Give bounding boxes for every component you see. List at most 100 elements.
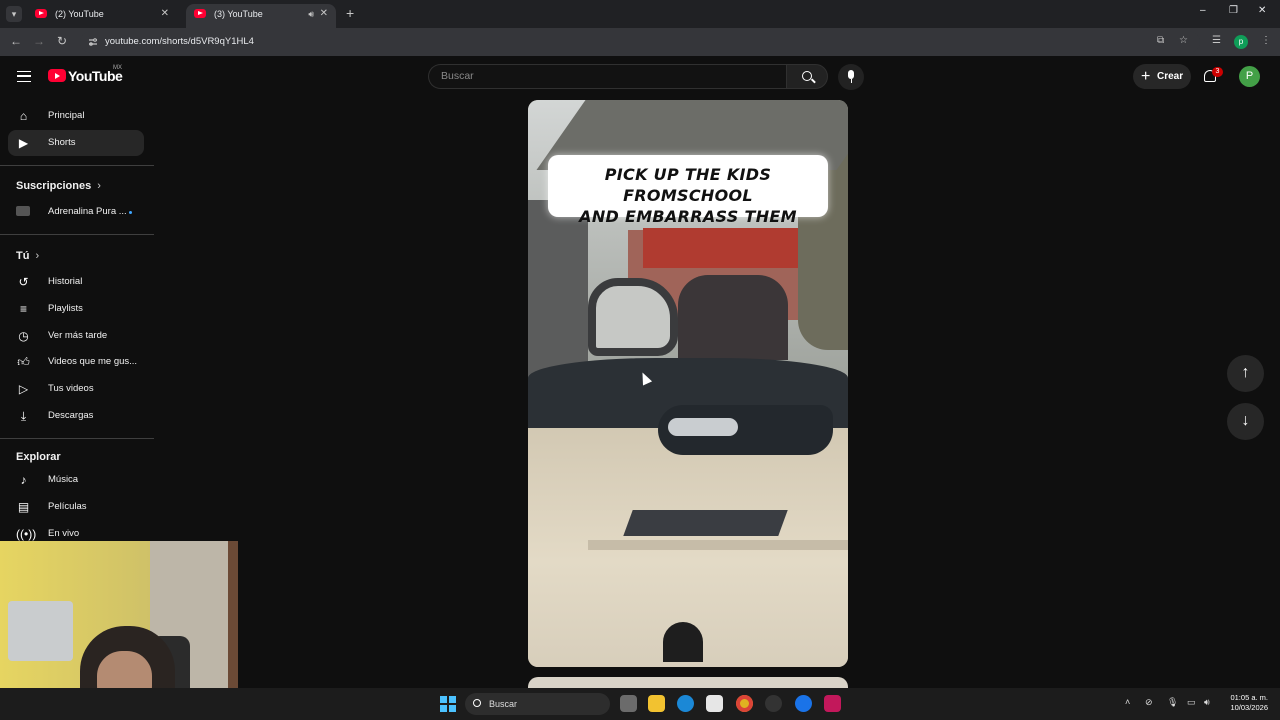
obs-icon[interactable]	[765, 695, 782, 712]
sidebar-item-shorts[interactable]: ▶ Shorts	[8, 130, 144, 156]
sidebar-item-channel-adrenalina[interactable]: Adrenalina Pura ...	[8, 199, 144, 225]
reading-list-icon[interactable]: ☰	[1212, 35, 1221, 46]
taskbar-search-label: Buscar	[489, 699, 518, 709]
reload-icon[interactable]: ↻	[57, 34, 67, 48]
sidebar-item-liked-videos[interactable]: 👍︎ Videos que me gus...	[8, 349, 144, 375]
display-icon[interactable]: ▭	[1187, 697, 1196, 708]
sidebar-item-label: Películas	[48, 501, 87, 512]
tab-search-button[interactable]: ▾	[6, 6, 22, 22]
sidebar-item-label: Música	[48, 474, 79, 485]
search-input[interactable]: Buscar	[428, 64, 786, 89]
music-icon: ♪	[20, 473, 27, 487]
webcam-air-conditioner	[8, 601, 73, 661]
previous-short-button[interactable]: ↑	[1227, 355, 1264, 392]
next-short-button[interactable]: ↓	[1227, 403, 1264, 440]
subscriptions-header[interactable]: Suscripciones ›	[16, 180, 101, 192]
install-app-icon[interactable]: ⧉	[1157, 35, 1164, 46]
volume-icon[interactable]: 🔊︎	[1204, 697, 1210, 708]
sidebar-item-label: Videos que me gus...	[48, 356, 138, 367]
maximize-button[interactable]: ❐	[1229, 5, 1238, 16]
youtube-favicon-icon	[35, 9, 47, 18]
section-title: Suscripciones	[16, 180, 92, 192]
left-sidebar: ⌂ Principal ▶ Shorts Suscripciones › Adre…	[0, 98, 154, 548]
speaker-icon[interactable]: 🔊︎	[308, 4, 314, 24]
you-header[interactable]: Tú ›	[16, 250, 39, 262]
browser-menu-icon[interactable]: ⋮	[1261, 35, 1271, 46]
forward-arrow-icon[interactable]: →	[33, 34, 45, 48]
windows-start-icon[interactable]	[440, 696, 456, 712]
sidebar-item-label: Playlists	[48, 303, 83, 314]
notification-count-badge: 3	[1212, 67, 1223, 77]
video-scene-side-mirror	[588, 278, 678, 356]
sidebar-item-label: Historial	[48, 276, 83, 287]
browser-profile-avatar[interactable]: p	[1234, 35, 1248, 49]
divider	[0, 438, 154, 439]
app-icon[interactable]	[824, 695, 841, 712]
browser-tab-1[interactable]: (2) YouTube ✕	[27, 4, 177, 28]
file-explorer-icon[interactable]	[648, 695, 665, 712]
sidebar-item-ver-mas-tarde[interactable]: ◷ Ver más tarde	[8, 323, 144, 349]
new-tab-button[interactable]: +	[346, 5, 354, 21]
sidebar-item-playlists[interactable]: ≡ Playlists	[8, 296, 144, 322]
task-view-icon[interactable]	[620, 695, 637, 712]
sidebar-item-descargas[interactable]: ⤓ Descargas	[8, 403, 144, 429]
home-icon: ⌂	[19, 109, 28, 123]
network-icon[interactable]: ⊘	[1145, 697, 1153, 708]
video-scene-people	[678, 275, 788, 360]
shorts-video-player[interactable]: PICK UP THE KIDS FROMSCHOOL AND EMBARRAS…	[528, 100, 848, 667]
back-arrow-icon[interactable]: ←	[10, 34, 22, 48]
store-icon[interactable]	[706, 695, 723, 712]
sidebar-item-label: Descargas	[48, 410, 94, 421]
taskbar-search[interactable]: Buscar	[465, 693, 610, 715]
your-videos-icon: ▷	[18, 382, 29, 396]
menu-hamburger-icon[interactable]	[17, 71, 31, 82]
section-title: Tú	[16, 250, 30, 262]
sidebar-item-principal[interactable]: ⌂ Principal	[8, 103, 144, 129]
clock-date: 10/03/2026	[1230, 703, 1268, 712]
video-scene-door-trim	[588, 540, 848, 550]
minimize-button[interactable]: –	[1200, 5, 1206, 16]
chrome-profile-icon[interactable]	[795, 695, 812, 712]
close-tab-icon[interactable]: ✕	[161, 4, 169, 24]
microphone-icon[interactable]: 🎙︎	[1167, 697, 1178, 708]
sidebar-item-musica[interactable]: ♪ Música	[8, 467, 144, 493]
sidebar-item-tus-videos[interactable]: ▷ Tus videos	[8, 376, 144, 402]
create-button[interactable]: + Crear	[1133, 64, 1191, 89]
search-icon	[802, 71, 812, 81]
search-button[interactable]	[786, 64, 828, 89]
sidebar-item-historial[interactable]: ↺ Historial	[8, 269, 144, 295]
sidebar-item-peliculas[interactable]: ▤ Películas	[8, 494, 144, 520]
voice-search-mic-icon[interactable]	[838, 64, 864, 90]
video-scene-handle-chrome	[668, 418, 738, 436]
playlists-icon: ≡	[19, 302, 27, 316]
close-window-button[interactable]: ✕	[1258, 5, 1266, 16]
close-tab-icon[interactable]: ✕	[320, 4, 328, 24]
browser-toolbar: ← → ↻ youtube.com/shorts/d5VR9qY1HL4 ⧉ ☆…	[0, 28, 1280, 56]
youtube-favicon-icon	[194, 9, 206, 18]
clock-time: 01:05 a. m.	[1230, 693, 1268, 702]
live-icon: ((•))	[16, 527, 37, 541]
tab-title: (2) YouTube	[55, 9, 104, 19]
tray-expand-icon[interactable]: ˄	[1125, 697, 1130, 707]
youtube-logo-icon[interactable]	[48, 69, 66, 82]
search-icon	[473, 699, 481, 707]
edge-browser-icon[interactable]	[677, 695, 694, 712]
caption-line-1: PICK UP THE KIDS FROMSCHOOL	[604, 165, 772, 205]
sidebar-item-label: Tus videos	[48, 383, 94, 394]
windows-taskbar: Buscar ˄ ⊘ 🎙︎ ▭ 🔊︎ 01:05 a. m. 10/03/202…	[0, 688, 1280, 720]
taskbar-clock[interactable]: 01:05 a. m. 10/03/2026	[1222, 693, 1268, 713]
youtube-masthead: YouTube MX Buscar + Crear 3 P	[0, 56, 1280, 98]
site-info-icon[interactable]	[88, 37, 98, 47]
watch-later-icon: ◷	[18, 329, 29, 343]
chrome-icon[interactable]	[736, 695, 753, 712]
tab-title: (3) YouTube	[214, 9, 263, 19]
divider	[0, 234, 154, 235]
url-text: youtube.com/shorts/d5VR9qY1HL4	[105, 36, 254, 47]
sidebar-item-label: Principal	[48, 110, 85, 121]
user-avatar[interactable]: P	[1239, 66, 1260, 87]
bookmark-star-icon[interactable]: ☆	[1179, 35, 1188, 46]
section-title: Explorar	[16, 451, 61, 463]
address-bar[interactable]: youtube.com/shorts/d5VR9qY1HL4	[80, 31, 1200, 53]
sidebar-item-label: Ver más tarde	[48, 330, 108, 341]
browser-tab-2-active[interactable]: (3) YouTube 🔊︎ ✕	[186, 4, 336, 28]
